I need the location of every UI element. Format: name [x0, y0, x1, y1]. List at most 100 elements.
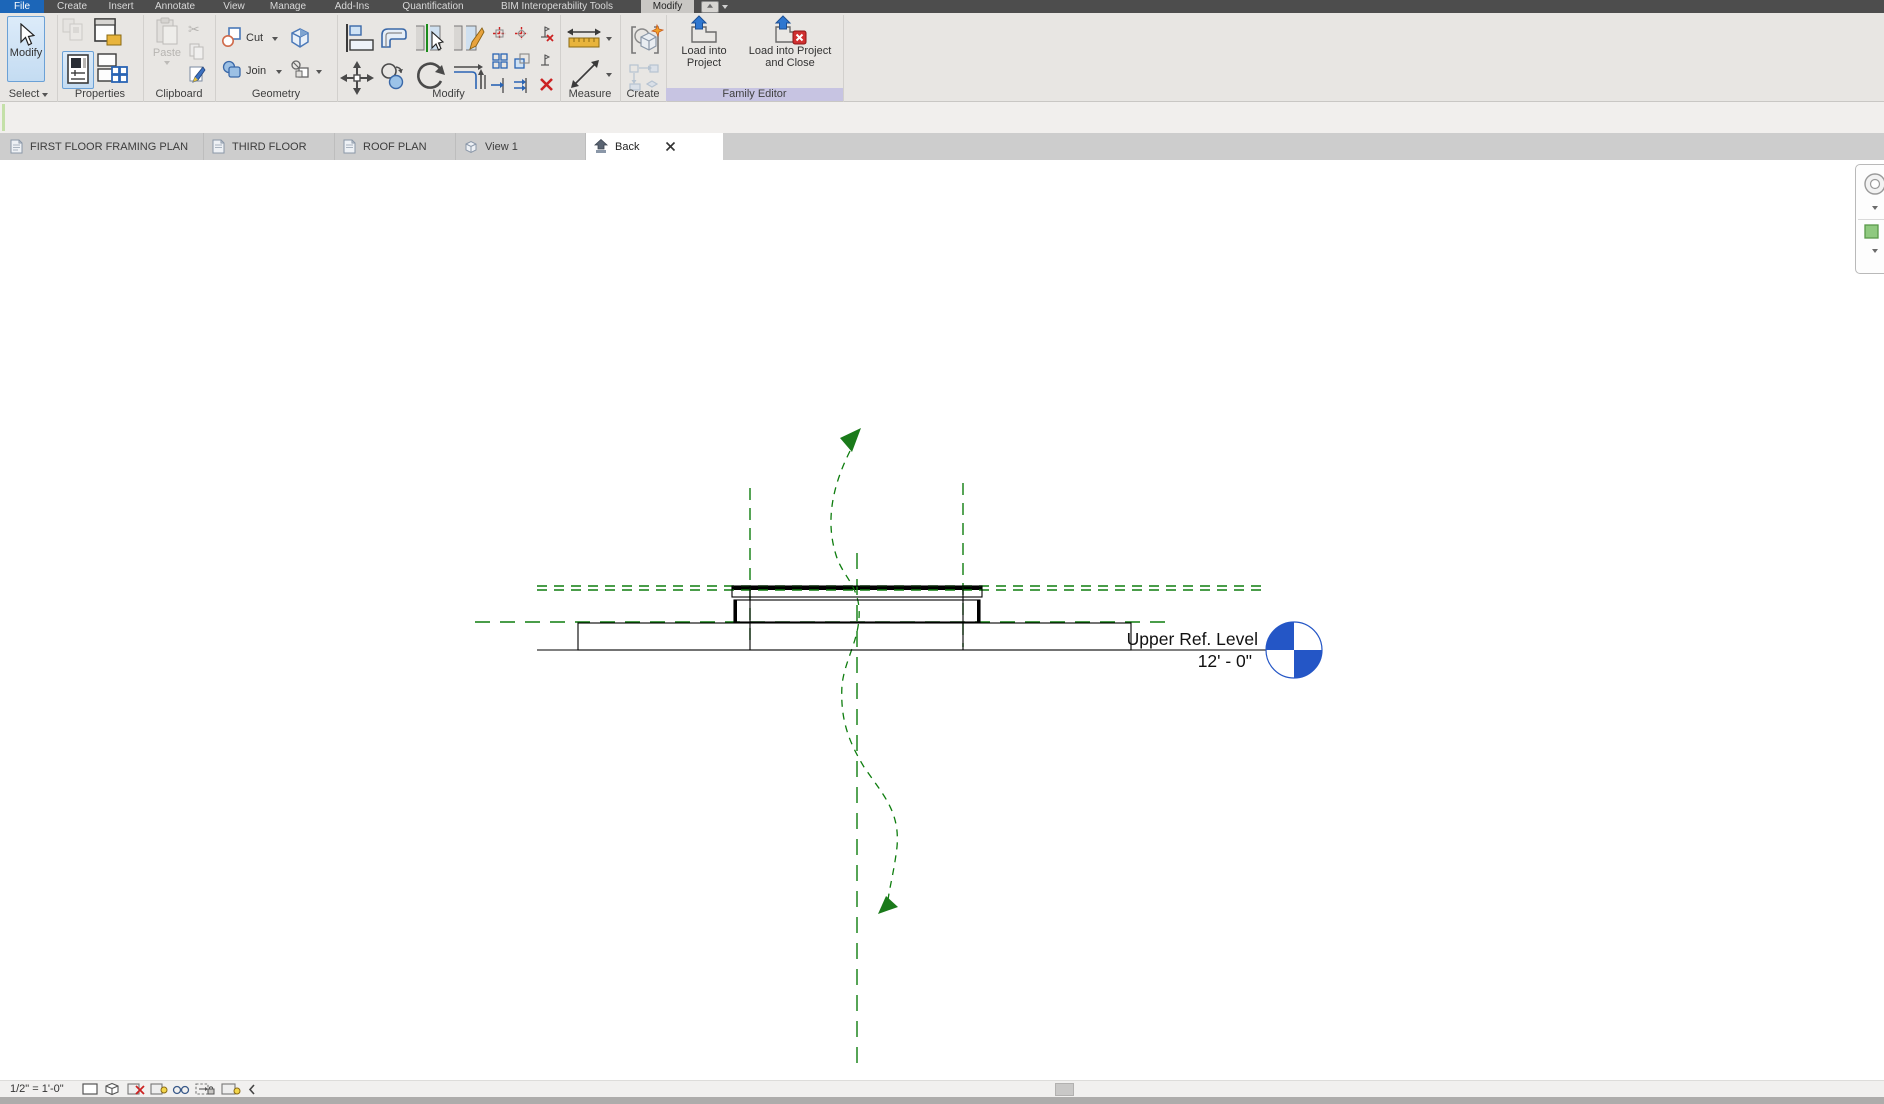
- chevron-left-icon[interactable]: [248, 1084, 256, 1095]
- steering-wheel-icon[interactable]: [1862, 171, 1884, 197]
- close-icon[interactable]: [665, 141, 676, 152]
- split-with-gap-icon[interactable]: [452, 22, 486, 54]
- tab-create[interactable]: Create: [48, 0, 96, 13]
- copy-icon[interactable]: [378, 61, 408, 91]
- tab-manage[interactable]: Manage: [262, 0, 314, 13]
- show-crop-region-icon[interactable]: [150, 1082, 168, 1096]
- tab-quantification[interactable]: Quantification: [388, 0, 478, 13]
- chevron-down-icon: [722, 4, 728, 9]
- chevron-down-icon[interactable]: [606, 37, 612, 41]
- family-types-dialog-icon[interactable]: [97, 53, 129, 87]
- create-similar-icon[interactable]: [628, 63, 662, 91]
- tab-annotate[interactable]: Annotate: [146, 0, 204, 13]
- view-tab-roof-plan[interactable]: ROOF PLAN: [335, 133, 456, 160]
- plan-view-icon: [10, 139, 23, 154]
- detail-level-icon[interactable]: [82, 1082, 98, 1096]
- options-bar: [0, 102, 1884, 134]
- join-geometry-label[interactable]: Join: [246, 65, 266, 77]
- measure-between-refs-icon[interactable]: [568, 57, 602, 91]
- modify-select-button[interactable]: Modify: [7, 16, 45, 82]
- match-type-properties-icon[interactable]: [188, 65, 206, 85]
- chevron-down-icon[interactable]: [316, 70, 322, 74]
- load-into-project-icon: [690, 15, 717, 43]
- view-tab-label: ROOF PLAN: [363, 140, 427, 153]
- tab-add-ins[interactable]: Add-Ins: [326, 0, 378, 13]
- navbar-divider: [1858, 219, 1884, 220]
- reference-spline[interactable]: [830, 450, 898, 901]
- family-types-icon[interactable]: [62, 18, 88, 48]
- cursor-arrow-icon: [20, 23, 35, 46]
- view-tab-first-floor-framing-plan[interactable]: FIRST FLOOR FRAMING PLAN: [2, 133, 204, 160]
- tab-file[interactable]: File: [0, 0, 44, 13]
- drawing-area[interactable]: Upper Ref. Level 12' - 0": [0, 160, 1884, 1080]
- cut-geometry-label[interactable]: Cut: [246, 32, 263, 44]
- plan-view-icon: [343, 139, 356, 154]
- view-scale-label[interactable]: 1/2" = 1'-0": [10, 1083, 64, 1096]
- view-tab-back[interactable]: Back: [586, 133, 723, 160]
- chevron-down-icon[interactable]: [1872, 206, 1878, 210]
- ribbon: Modify Select Properties Paste ✂ Clipboa…: [0, 13, 1884, 111]
- crop-lock-icon[interactable]: [195, 1082, 215, 1096]
- view-tab-label: THIRD FLOOR: [232, 140, 307, 153]
- level-elevation-label[interactable]: 12' - 0": [1198, 651, 1252, 671]
- panel-label-select[interactable]: Select: [0, 88, 57, 101]
- panel-label-create: Create: [626, 88, 660, 100]
- beam-column-joins-icon[interactable]: [290, 59, 312, 81]
- chevron-down-icon: [42, 93, 49, 97]
- ribbon-display-toggle[interactable]: [701, 0, 728, 13]
- view-tab-view-1[interactable]: View 1: [456, 133, 586, 160]
- visual-style-icon[interactable]: [104, 1082, 120, 1096]
- 3d-view-icon: [465, 140, 477, 153]
- chevron-down-icon[interactable]: [606, 73, 612, 77]
- temporary-hide-isolate-icon[interactable]: [172, 1082, 190, 1096]
- reveal-hidden-elements-icon[interactable]: [221, 1082, 241, 1096]
- panel-label-properties: Properties: [74, 88, 126, 100]
- tab-view[interactable]: View: [214, 0, 254, 13]
- crop-view-icon[interactable]: [127, 1082, 145, 1096]
- tab-modify[interactable]: Modify: [641, 0, 694, 13]
- level-name-label[interactable]: Upper Ref. Level: [1127, 629, 1258, 649]
- level-head-symbol[interactable]: [1265, 621, 1323, 679]
- pin-icon[interactable]: [538, 54, 552, 69]
- create-group-icon[interactable]: [628, 23, 664, 59]
- view-tab-label: Back: [615, 140, 640, 153]
- unpin-icon[interactable]: [537, 25, 554, 42]
- cope-icon[interactable]: [492, 26, 507, 41]
- align-icon[interactable]: [344, 23, 376, 53]
- zoom-region-icon[interactable]: [1864, 224, 1880, 240]
- chevron-down-icon[interactable]: [272, 37, 278, 41]
- chevron-down-icon[interactable]: [276, 70, 282, 74]
- split-element-icon[interactable]: [414, 22, 448, 54]
- measure-ruler-icon[interactable]: [566, 25, 602, 51]
- family-category-button[interactable]: [93, 17, 123, 49]
- tab-insert[interactable]: Insert: [100, 0, 142, 13]
- horizontal-scrollbar-thumb[interactable]: [1055, 1083, 1074, 1096]
- modify-button-label: Modify: [9, 47, 43, 59]
- cut-geometry-icon[interactable]: [221, 26, 243, 48]
- view-tab-third-floor[interactable]: THIRD FLOOR: [204, 133, 335, 160]
- panel-label-family-editor: Family Editor: [666, 88, 843, 101]
- offset-icon[interactable]: [378, 23, 410, 53]
- array-icon[interactable]: [492, 53, 508, 69]
- chevron-down-icon[interactable]: [1872, 249, 1878, 253]
- paste-button[interactable]: Paste: [150, 17, 184, 65]
- view-tab-label: FIRST FLOOR FRAMING PLAN: [30, 140, 189, 153]
- elevation-view-icon: [594, 139, 608, 153]
- paste-icon: [156, 17, 178, 45]
- load-into-project-and-close-button[interactable]: Load into Project and Close: [742, 15, 838, 69]
- view-control-bar: 1/2" = 1'-0": [0, 1080, 1884, 1098]
- join-geometry-icon[interactable]: [221, 59, 243, 81]
- status-bar: [0, 1097, 1884, 1104]
- copy-to-clipboard-icon[interactable]: [189, 43, 205, 61]
- spline-arrowhead-bottom: [878, 896, 898, 914]
- remove-coping-icon[interactable]: [514, 26, 529, 41]
- properties-button[interactable]: [62, 51, 94, 89]
- spline-arrowhead-top: [840, 428, 861, 452]
- cut-to-clipboard-icon[interactable]: ✂: [188, 21, 200, 38]
- show-hide-geometry-icon[interactable]: [288, 26, 312, 50]
- load-into-project-button[interactable]: Load into Project: [672, 15, 736, 69]
- tab-bim-interoperability-tools[interactable]: BIM Interoperability Tools: [482, 0, 632, 13]
- scale-icon[interactable]: [514, 53, 530, 69]
- chevron-down-icon: [164, 61, 170, 65]
- base-slab[interactable]: [577, 622, 1132, 651]
